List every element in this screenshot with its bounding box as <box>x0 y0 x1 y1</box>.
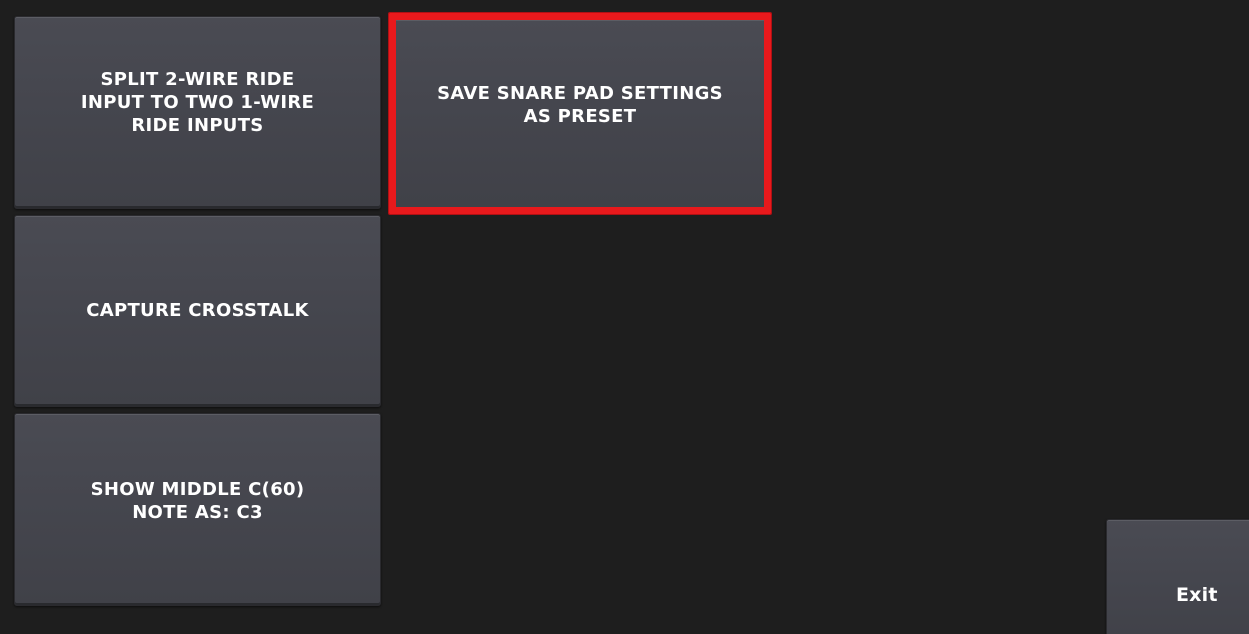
capture-crosstalk-label: CAPTURE CROSSTALK <box>86 299 309 321</box>
save-snare-preset-button[interactable]: SAVE SNARE PAD SETTINGS AS PRESET <box>389 13 771 214</box>
settings-screen: SPLIT 2-WIRE RIDE INPUT TO TWO 1-WIRE RI… <box>0 0 1249 634</box>
save-snare-preset-label: SAVE SNARE PAD SETTINGS AS PRESET <box>437 82 723 127</box>
capture-crosstalk-button[interactable]: CAPTURE CROSSTALK <box>14 215 381 407</box>
show-middle-c-button[interactable]: SHOW MIDDLE C(60) NOTE AS: C3 <box>14 413 381 606</box>
split-ride-input-label: SPLIT 2-WIRE RIDE INPUT TO TWO 1-WIRE RI… <box>80 69 315 136</box>
exit-label: Exit <box>1176 583 1218 606</box>
exit-button[interactable]: Exit <box>1106 519 1249 634</box>
show-middle-c-label: SHOW MIDDLE C(60) NOTE AS: C3 <box>90 479 305 523</box>
split-ride-input-button[interactable]: SPLIT 2-WIRE RIDE INPUT TO TWO 1-WIRE RI… <box>14 16 381 209</box>
